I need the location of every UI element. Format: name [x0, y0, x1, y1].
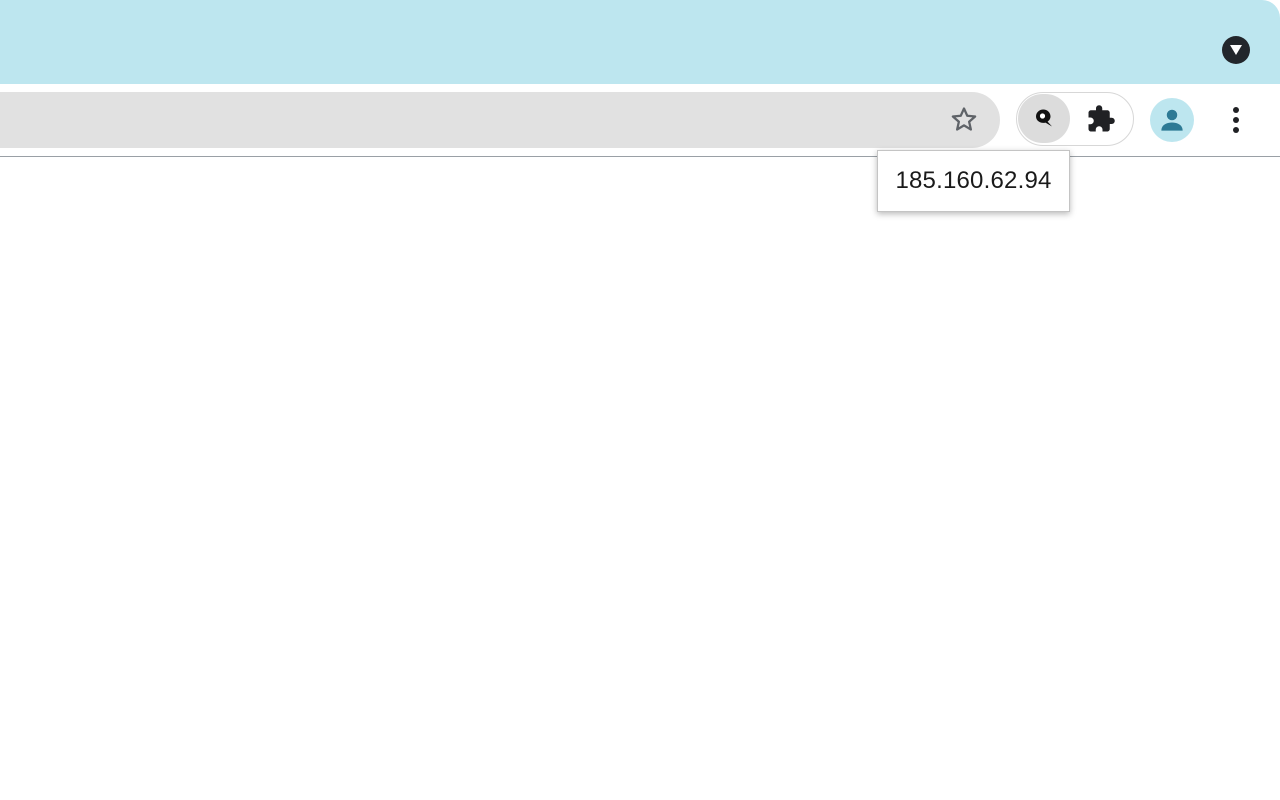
star-outline-icon [951, 107, 977, 131]
extensions-menu-button[interactable] [1081, 99, 1121, 139]
person-icon [1161, 109, 1183, 131]
location-pin-icon [1036, 109, 1052, 126]
browser-window: 185.160.62.94 [0, 0, 1280, 800]
page-content [0, 157, 1280, 800]
address-bar[interactable] [0, 92, 1000, 148]
extensions-group [1016, 92, 1134, 146]
profile-button[interactable] [1150, 98, 1194, 142]
puzzle-piece-icon [1088, 105, 1115, 132]
tab-search-button[interactable] [1222, 36, 1250, 64]
toolbar [0, 84, 1280, 157]
extension-tooltip: 185.160.62.94 [877, 150, 1070, 212]
three-dots-vertical-icon [1233, 107, 1239, 133]
pinned-extension-button[interactable] [1018, 94, 1070, 143]
chevron-down-icon [1230, 45, 1242, 55]
title-bar [0, 0, 1280, 84]
browser-menu-button[interactable] [1216, 100, 1256, 140]
tooltip-text: 185.160.62.94 [895, 167, 1052, 194]
bookmark-button[interactable] [944, 100, 984, 140]
